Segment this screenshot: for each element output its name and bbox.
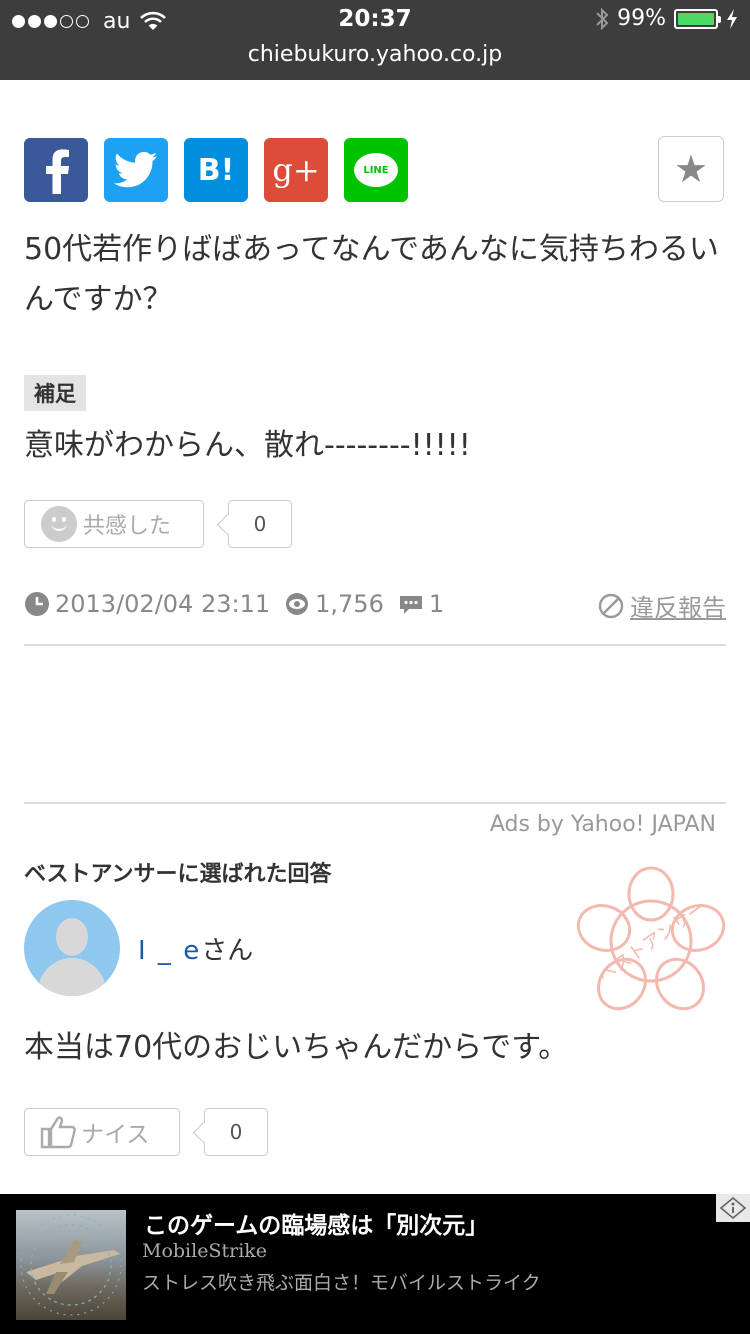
status-right: 99% xyxy=(595,6,738,31)
smile-icon xyxy=(41,506,77,542)
question-text: 50代若作りばばあってなんであんなに気持ちわるいんですか？ xyxy=(24,232,719,317)
info-icon xyxy=(720,1197,746,1219)
best-answer-text: 本当は70代のおじいちゃんだからです。 xyxy=(24,1030,569,1065)
supplement-text: 意味がわからん、散れ--------!!!!! xyxy=(24,428,471,463)
line-icon: LINE xyxy=(354,153,398,187)
clock-icon xyxy=(25,592,49,616)
prohibited-icon xyxy=(598,593,624,618)
bookmark-star-button[interactable]: ★ xyxy=(658,136,724,202)
googleplus-share-button[interactable]: g+ xyxy=(264,138,328,202)
browser-top-bar: au 20:37 99% chiebukuro.yahoo.co.jp xyxy=(0,0,750,80)
report-label: 違反報告 xyxy=(630,594,726,622)
ads-by-yahoo-label[interactable]: Ads by Yahoo! JAPAN xyxy=(490,812,716,837)
divider xyxy=(24,802,726,804)
twitter-bird-icon xyxy=(114,151,158,188)
ad-description: ストレス吹き飛ぶ面白さ！モバイルストライク xyxy=(142,1272,541,1294)
user-avatar[interactable] xyxy=(24,900,120,996)
question-meta: 2013/02/04 23:11 1,756 1 違反報告 xyxy=(24,588,726,623)
nice-count: 0 xyxy=(204,1108,268,1156)
answer-count: 1 xyxy=(398,590,444,618)
supplement-label: 補足 xyxy=(24,375,86,411)
charging-icon xyxy=(727,8,737,29)
address-bar[interactable]: chiebukuro.yahoo.co.jp xyxy=(0,42,750,67)
nice-button[interactable]: ナイス xyxy=(24,1108,180,1156)
facebook-share-button[interactable] xyxy=(24,138,88,202)
thumbs-up-icon xyxy=(40,1116,76,1149)
best-answer-stamp-icon: ベストアンサー xyxy=(576,866,726,1011)
username-fragment: I _ e xyxy=(138,936,202,966)
adchoices-button[interactable] xyxy=(716,1194,750,1222)
share-buttons: B! g+ LINE xyxy=(24,138,408,202)
bluetooth-icon xyxy=(596,7,609,30)
fighter-jet-image xyxy=(20,1214,122,1316)
empathy-label: 共感した xyxy=(83,514,172,539)
post-date: 2013/02/04 23:11 xyxy=(24,590,270,618)
ad-title[interactable]: このゲームの臨場感は「別次元」 xyxy=(144,1206,488,1240)
empathy-count: 0 xyxy=(228,500,292,548)
best-answer-heading: ベストアンサーに選ばれた回答 xyxy=(24,862,332,887)
ad-banner[interactable]: このゲームの臨場感は「別次元」 MobileStrike ストレス吹き飛ぶ面白さ… xyxy=(0,1194,750,1334)
view-count: 1,756 xyxy=(284,590,384,618)
honorific: さん xyxy=(201,936,254,966)
line-share-button[interactable]: LINE xyxy=(344,138,408,202)
hatena-bookmark-button[interactable]: B! xyxy=(184,138,248,202)
eye-icon xyxy=(286,593,309,615)
ad-advertiser: MobileStrike xyxy=(142,1240,268,1262)
ad-thumbnail[interactable] xyxy=(16,1210,126,1320)
comment-icon xyxy=(399,596,422,614)
facebook-icon xyxy=(46,149,69,194)
blank-ad-area xyxy=(24,646,726,802)
star-icon: ★ xyxy=(673,147,709,191)
report-link[interactable]: 違反報告 xyxy=(598,588,726,623)
answerer-name[interactable]: I _ eさん xyxy=(138,930,253,967)
nice-label: ナイス xyxy=(81,1122,150,1148)
twitter-share-button[interactable] xyxy=(104,138,168,202)
battery-level xyxy=(678,12,714,25)
battery-icon xyxy=(674,8,721,29)
battery-percent: 99% xyxy=(617,6,666,31)
empathy-button[interactable]: 共感した xyxy=(24,500,204,548)
